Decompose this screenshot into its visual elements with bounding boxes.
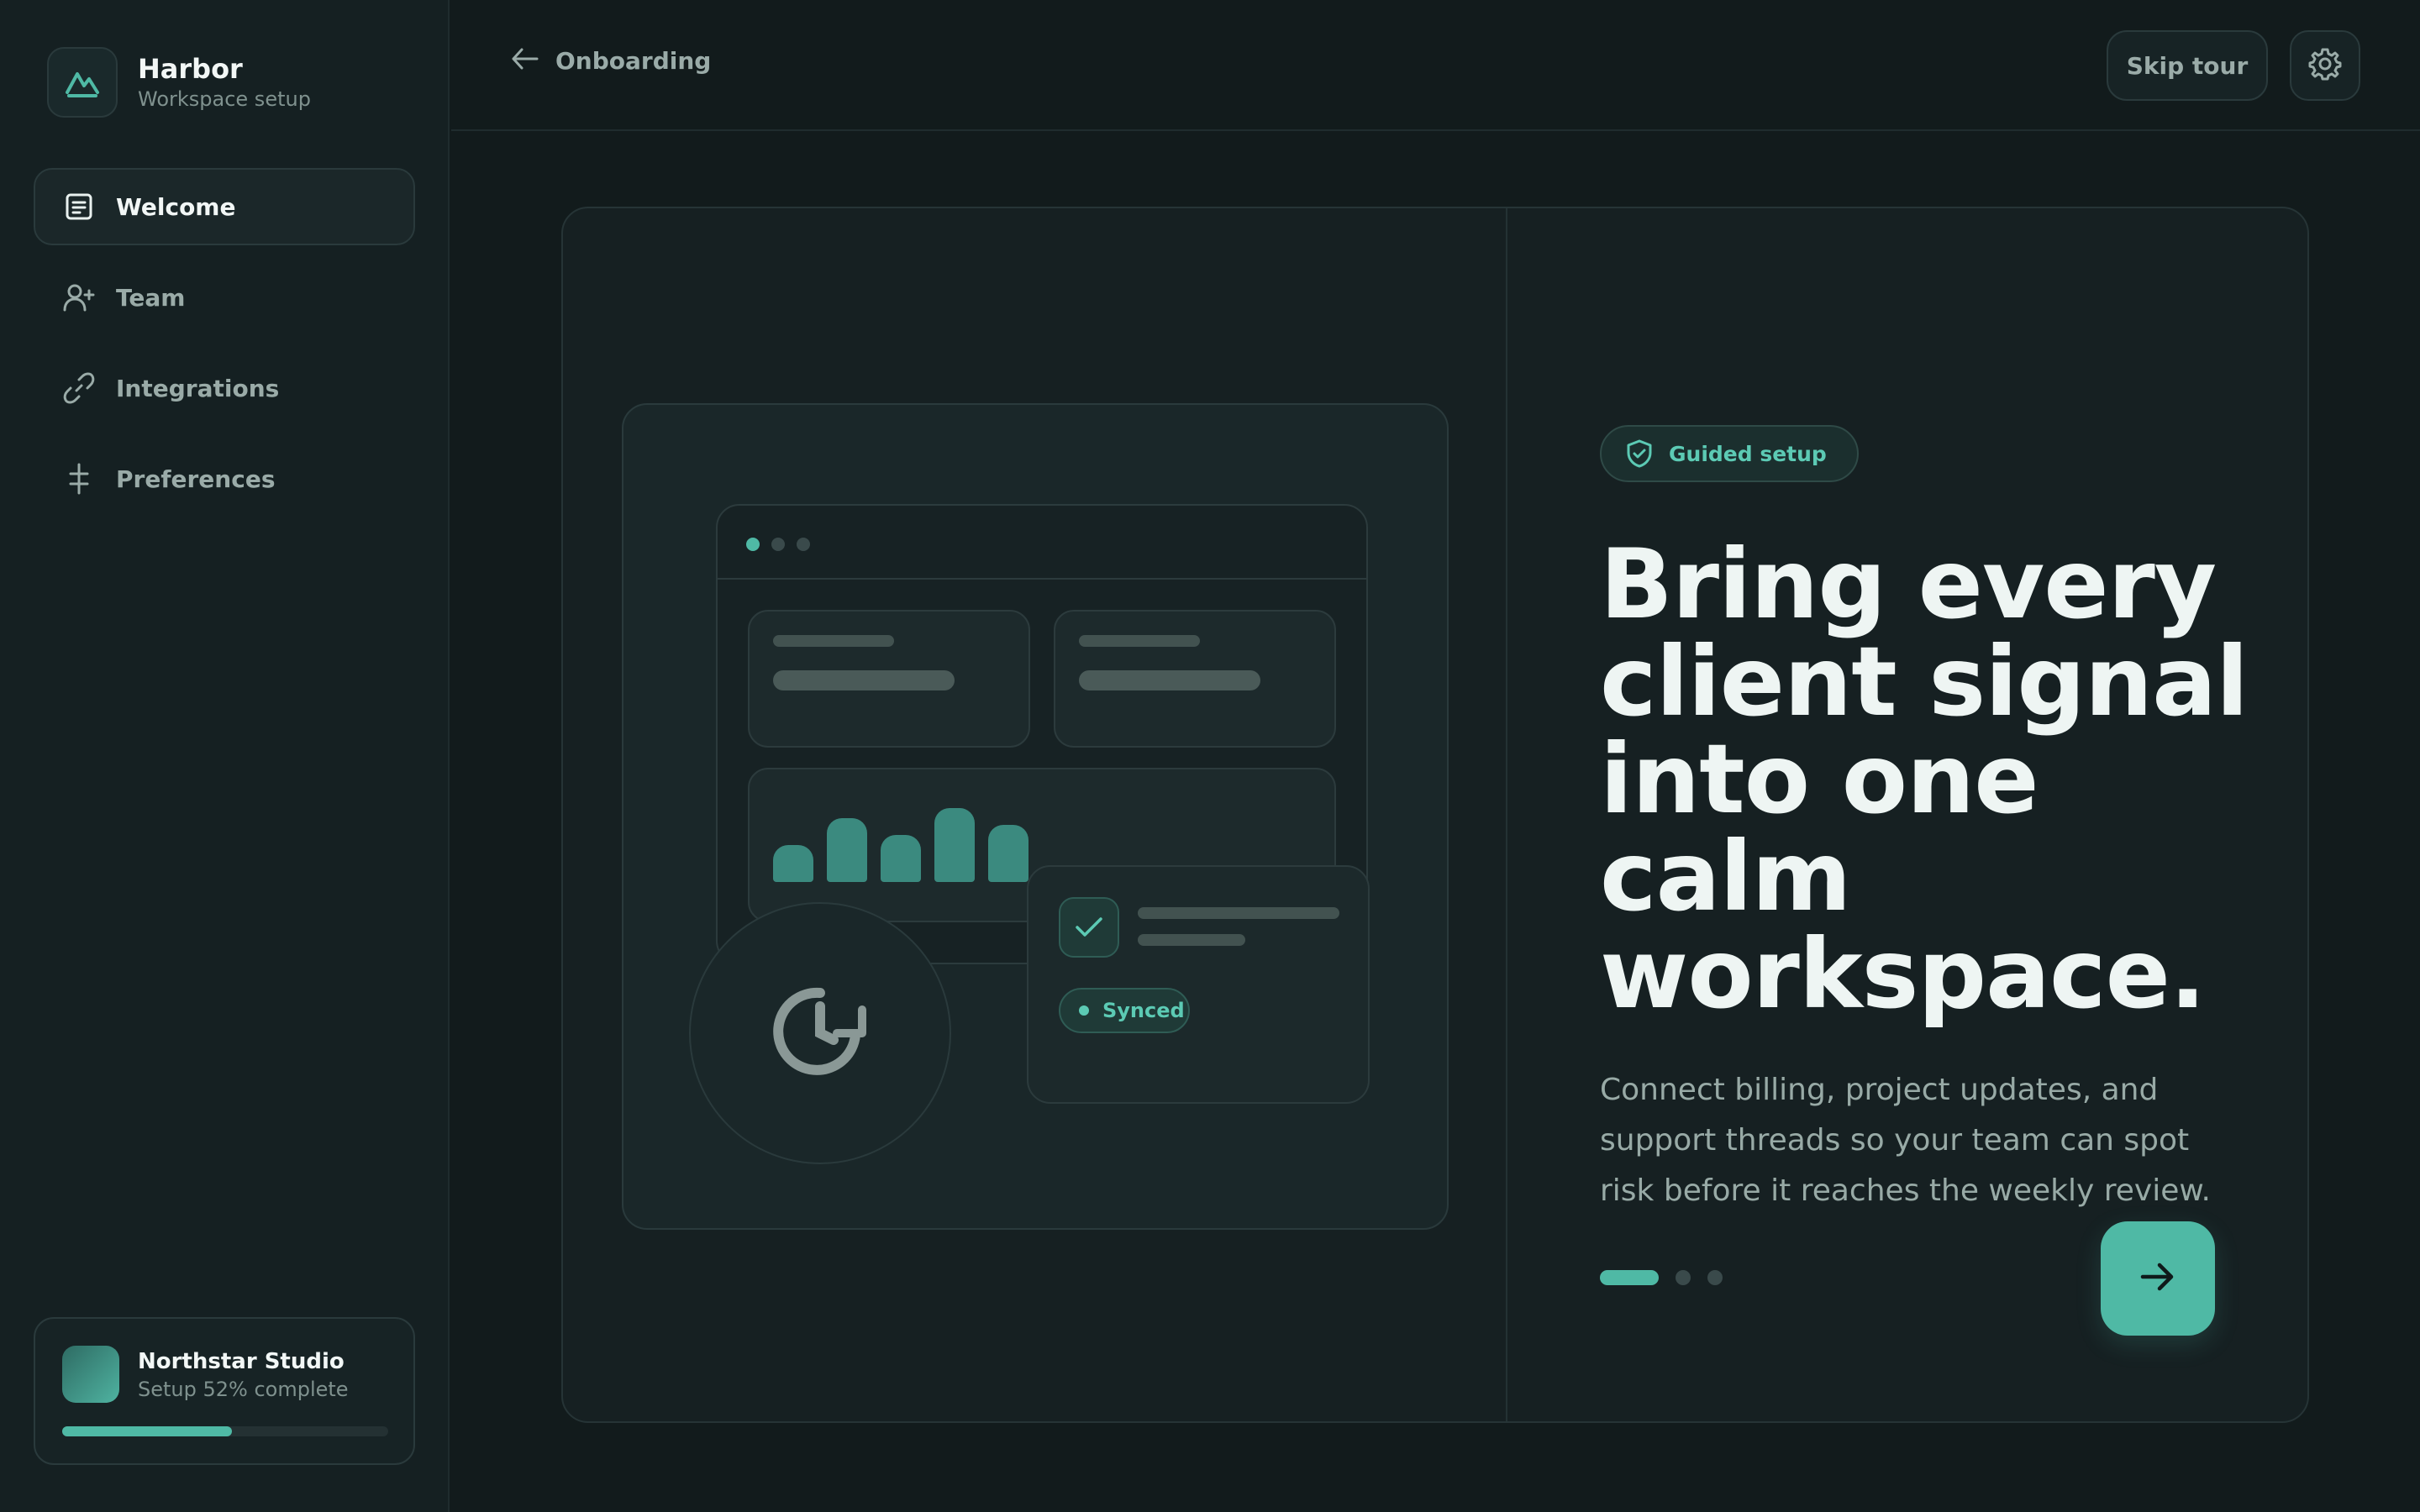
- clock-refresh-icon: [761, 973, 879, 1094]
- arrow-right-icon: [2138, 1258, 2178, 1299]
- sidebar-item-team[interactable]: Team: [34, 259, 415, 336]
- synced-pill: Synced: [1059, 988, 1190, 1033]
- step-indicator: [1600, 1270, 1739, 1285]
- top-header: Onboarding Skip tour: [451, 0, 2420, 131]
- check-icon: [1059, 897, 1119, 958]
- mock-chart-bar: [988, 825, 1028, 882]
- step-dot[interactable]: [1676, 1270, 1691, 1285]
- sidebar: Harbor Workspace setup Welcome Team Inte…: [0, 0, 450, 1512]
- setup-progress-fill: [62, 1426, 232, 1436]
- status-dot: [1079, 1005, 1089, 1016]
- guided-setup-badge: Guided setup: [1600, 425, 1859, 482]
- sync-status-card: Synced: [1027, 865, 1370, 1104]
- step-dot[interactable]: [1707, 1270, 1723, 1285]
- document-icon: [62, 190, 96, 223]
- workspace-avatar: [62, 1346, 119, 1403]
- badge-label: Guided setup: [1669, 441, 1827, 466]
- skeleton-line: [773, 670, 955, 690]
- skeleton-line: [1079, 670, 1260, 690]
- skeleton-line: [1138, 934, 1245, 946]
- brand[interactable]: Harbor Workspace setup: [47, 47, 311, 118]
- arrow-left-icon: [510, 45, 540, 76]
- sidebar-item-label: Preferences: [116, 465, 276, 493]
- mock-chart-bar: [881, 835, 921, 882]
- link-icon: [62, 371, 96, 405]
- window-dot: [746, 538, 760, 551]
- user-plus-icon: [62, 281, 96, 314]
- mock-chart-bar: [827, 818, 867, 882]
- shield-check-icon: [1625, 439, 1654, 468]
- mock-chart-bar: [773, 845, 813, 882]
- skeleton-line: [1079, 635, 1200, 647]
- synced-label: Synced: [1102, 999, 1185, 1022]
- workspace-name: Northstar Studio: [138, 1349, 345, 1374]
- back-button[interactable]: Onboarding: [510, 45, 711, 76]
- gear-icon: [2307, 46, 2343, 85]
- next-button[interactable]: [2101, 1221, 2215, 1336]
- sidebar-item-preferences[interactable]: Preferences: [34, 440, 415, 517]
- mock-stat-card: [1054, 610, 1336, 748]
- sidebar-item-label: Welcome: [116, 192, 236, 221]
- skeleton-line: [773, 635, 894, 647]
- sidebar-item-label: Integrations: [116, 374, 280, 402]
- workspace-progress-text: Setup 52% complete: [138, 1378, 349, 1401]
- sidebar-item-label: Team: [116, 283, 186, 312]
- panel-divider: [1506, 208, 1507, 1421]
- onboarding-card: Synced Guided setup Bring every client s…: [561, 207, 2309, 1423]
- mock-titlebar: [718, 506, 1366, 580]
- sidebar-item-welcome[interactable]: Welcome: [34, 168, 415, 245]
- dashboard-illustration: Synced: [622, 403, 1449, 1230]
- sidebar-nav: Welcome Team Integrations Preferences: [34, 168, 415, 531]
- sliders-icon: [62, 462, 96, 496]
- hero-description: Connect billing, project updates, and su…: [1600, 1073, 2211, 1208]
- brand-subtitle: Workspace setup: [138, 87, 311, 111]
- brand-name: Harbor: [138, 53, 243, 85]
- mock-chart-bar: [934, 808, 975, 882]
- skip-tour-button[interactable]: Skip tour: [2107, 30, 2268, 101]
- step-dot-active[interactable]: [1600, 1270, 1659, 1285]
- settings-button[interactable]: [2290, 30, 2360, 101]
- back-label: Onboarding: [555, 46, 712, 75]
- setup-progress-bar: [62, 1426, 388, 1436]
- clock-badge: [689, 902, 951, 1164]
- mountain-logo-icon: [47, 47, 118, 118]
- mock-stat-card: [748, 610, 1030, 748]
- hero-headline: Bring every client signal into one calm …: [1600, 528, 2249, 1030]
- workspace-card[interactable]: Northstar Studio Setup 52% complete: [34, 1317, 415, 1465]
- window-dot: [797, 538, 810, 551]
- skeleton-line: [1138, 907, 1339, 919]
- window-dot: [771, 538, 785, 551]
- sidebar-item-integrations[interactable]: Integrations: [34, 349, 415, 427]
